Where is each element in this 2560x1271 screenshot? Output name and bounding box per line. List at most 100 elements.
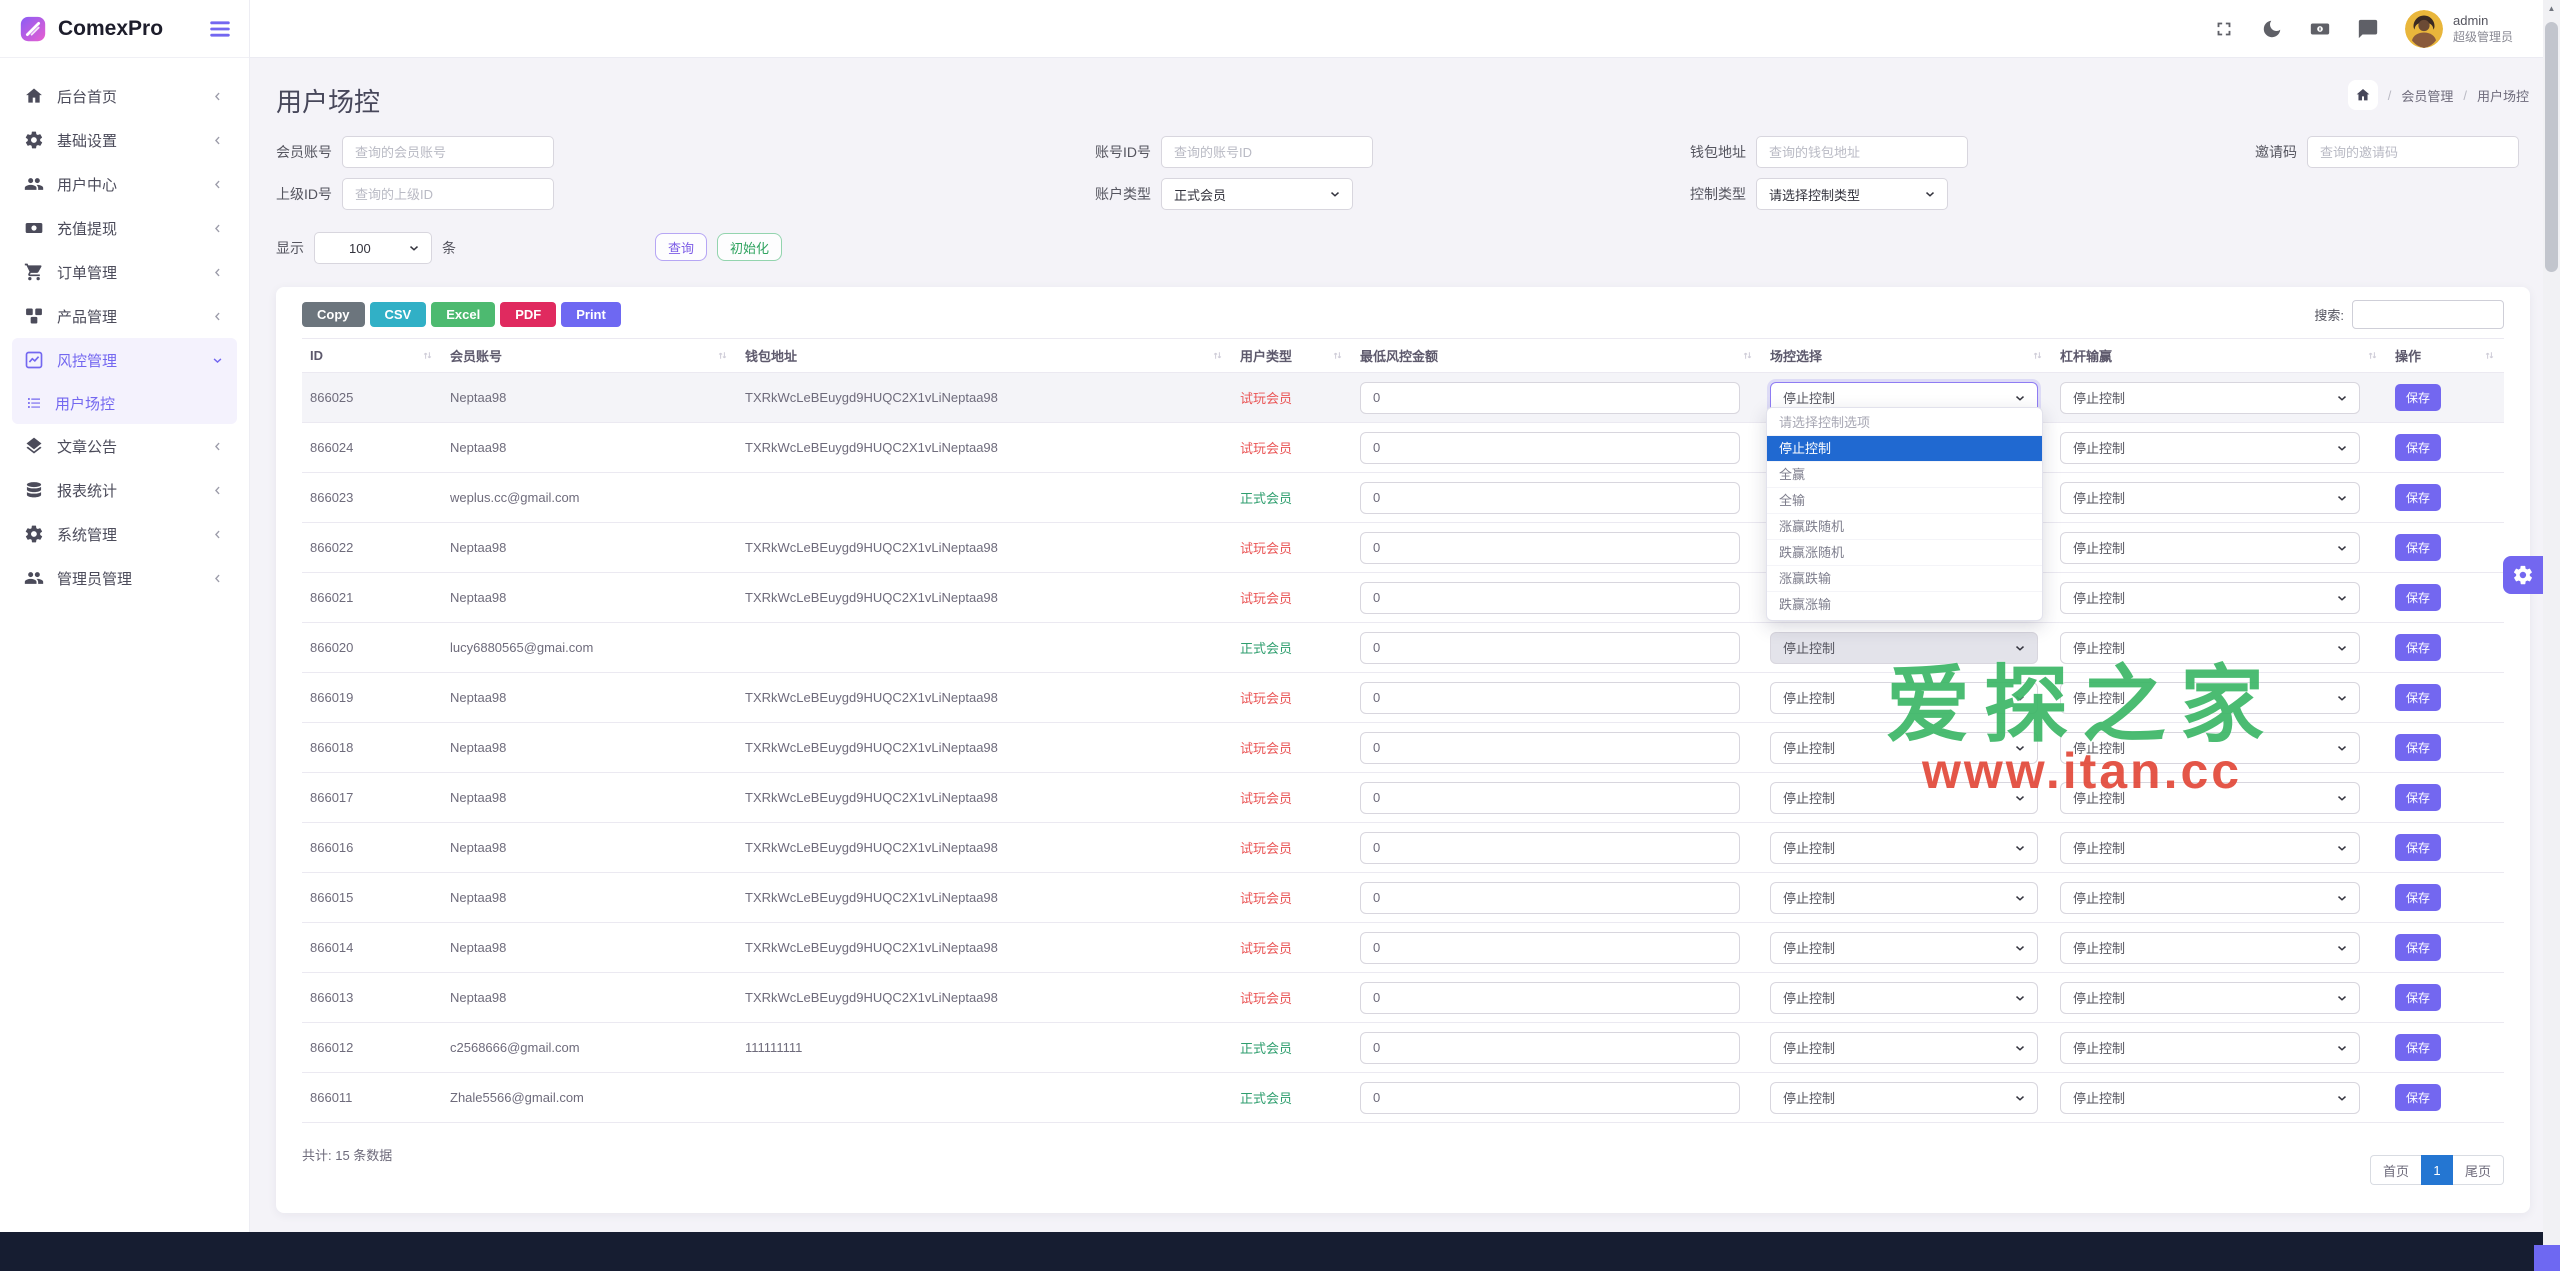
save-button[interactable]: 保存: [2395, 684, 2441, 711]
lever-control-select[interactable]: 停止控制: [2060, 1032, 2360, 1064]
field-control-select[interactable]: 停止控制: [1770, 732, 2038, 764]
sidebar-item-0[interactable]: 后台首页: [12, 74, 237, 118]
page-size-select[interactable]: 100: [314, 232, 432, 264]
min-risk-input[interactable]: [1360, 732, 1740, 764]
sidebar-item-7[interactable]: 文章公告: [12, 424, 237, 468]
avatar[interactable]: [2405, 10, 2443, 48]
lever-control-select[interactable]: 停止控制: [2060, 932, 2360, 964]
sidebar-item-9[interactable]: 系统管理: [12, 512, 237, 556]
settings-fab[interactable]: [2503, 556, 2543, 594]
column-header[interactable]: 场控选择: [1762, 339, 2052, 373]
export-excel-button[interactable]: Excel: [431, 302, 495, 327]
save-button[interactable]: 保存: [2395, 884, 2441, 911]
dropdown-option[interactable]: 全赢: [1767, 462, 2042, 488]
moon-icon[interactable]: [2261, 18, 2283, 40]
min-risk-input[interactable]: [1360, 532, 1740, 564]
field-control-select[interactable]: 停止控制: [1770, 632, 2038, 664]
dropdown-option[interactable]: 停止控制: [1767, 436, 2042, 462]
lever-control-select[interactable]: 停止控制: [2060, 632, 2360, 664]
column-header[interactable]: 杠杆输赢: [2052, 339, 2387, 373]
sidebar-item-8[interactable]: 报表统计: [12, 468, 237, 512]
banknote-icon[interactable]: [2309, 18, 2331, 40]
sidebar-item-5[interactable]: 产品管理: [12, 294, 237, 338]
lever-control-select[interactable]: 停止控制: [2060, 1082, 2360, 1114]
field-control-select[interactable]: 停止控制: [1770, 832, 2038, 864]
column-header[interactable]: 钱包地址: [737, 339, 1232, 373]
column-header[interactable]: 会员账号: [442, 339, 737, 373]
lever-control-select[interactable]: 停止控制: [2060, 482, 2360, 514]
lever-control-select[interactable]: 停止控制: [2060, 982, 2360, 1014]
save-button[interactable]: 保存: [2395, 834, 2441, 861]
lever-control-select[interactable]: 停止控制: [2060, 782, 2360, 814]
export-print-button[interactable]: Print: [561, 302, 621, 327]
account-id-input[interactable]: [1161, 136, 1373, 168]
min-risk-input[interactable]: [1360, 632, 1740, 664]
min-risk-input[interactable]: [1360, 432, 1740, 464]
export-pdf-button[interactable]: PDF: [500, 302, 556, 327]
field-control-select[interactable]: 停止控制: [1770, 982, 2038, 1014]
dropdown-option[interactable]: 跌赢涨随机: [1767, 540, 2042, 566]
sidebar-item-4[interactable]: 订单管理: [12, 250, 237, 294]
sidebar-item-2[interactable]: 用户中心: [12, 162, 237, 206]
min-risk-input[interactable]: [1360, 782, 1740, 814]
lever-control-select[interactable]: 停止控制: [2060, 432, 2360, 464]
member-account-input[interactable]: [342, 136, 554, 168]
field-control-select[interactable]: 停止控制: [1770, 882, 2038, 914]
wallet-input[interactable]: [1756, 136, 1968, 168]
search-input[interactable]: [2352, 300, 2504, 329]
save-button[interactable]: 保存: [2395, 734, 2441, 761]
dropdown-option[interactable]: 涨赢跌随机: [1767, 514, 2042, 540]
admin-menu[interactable]: admin 超级管理员: [2405, 10, 2513, 48]
min-risk-input[interactable]: [1360, 832, 1740, 864]
save-button[interactable]: 保存: [2395, 984, 2441, 1011]
dropdown-option[interactable]: 请选择控制选项: [1767, 410, 2042, 436]
save-button[interactable]: 保存: [2395, 934, 2441, 961]
min-risk-input[interactable]: [1360, 882, 1740, 914]
min-risk-input[interactable]: [1360, 1082, 1740, 1114]
dropdown-option[interactable]: 跌赢涨输: [1767, 592, 2042, 618]
field-control-select[interactable]: 停止控制: [1770, 1032, 2038, 1064]
chat-icon[interactable]: [2357, 18, 2379, 40]
min-risk-input[interactable]: [1360, 382, 1740, 414]
field-control-select[interactable]: 停止控制: [1770, 932, 2038, 964]
dropdown-option[interactable]: 全输: [1767, 488, 2042, 514]
breadcrumb-item[interactable]: 会员管理: [2401, 86, 2453, 105]
hamburger-menu-icon[interactable]: [207, 16, 233, 42]
query-button[interactable]: 查询: [655, 233, 707, 261]
fullscreen-icon[interactable]: [2213, 18, 2235, 40]
invite-code-input[interactable]: [2307, 136, 2519, 168]
min-risk-input[interactable]: [1360, 982, 1740, 1014]
save-button[interactable]: 保存: [2395, 534, 2441, 561]
reset-button[interactable]: 初始化: [717, 233, 782, 261]
sidebar-subitem[interactable]: 用户场控: [12, 382, 237, 424]
pagination-first[interactable]: 首页: [2370, 1155, 2421, 1185]
lever-control-select[interactable]: 停止控制: [2060, 582, 2360, 614]
save-button[interactable]: 保存: [2395, 584, 2441, 611]
scroll-corner-button[interactable]: [2534, 1245, 2560, 1271]
sidebar-item-1[interactable]: 基础设置: [12, 118, 237, 162]
save-button[interactable]: 保存: [2395, 384, 2441, 411]
breadcrumb-home-button[interactable]: [2348, 80, 2378, 110]
lever-control-select[interactable]: 停止控制: [2060, 532, 2360, 564]
save-button[interactable]: 保存: [2395, 634, 2441, 661]
lever-control-select[interactable]: 停止控制: [2060, 682, 2360, 714]
field-control-select[interactable]: 停止控制: [1770, 682, 2038, 714]
breadcrumb-item[interactable]: 用户场控: [2477, 86, 2529, 105]
field-control-select[interactable]: 停止控制: [1770, 782, 2038, 814]
control-type-select[interactable]: 请选择控制类型: [1756, 178, 1948, 210]
account-type-select[interactable]: 正式会员: [1161, 178, 1353, 210]
column-header[interactable]: ID: [302, 339, 442, 373]
sidebar-item-6[interactable]: 风控管理: [12, 338, 237, 382]
lever-control-select[interactable]: 停止控制: [2060, 882, 2360, 914]
export-copy-button[interactable]: Copy: [302, 302, 365, 327]
min-risk-input[interactable]: [1360, 1032, 1740, 1064]
pagination-last[interactable]: 尾页: [2453, 1155, 2504, 1185]
save-button[interactable]: 保存: [2395, 784, 2441, 811]
min-risk-input[interactable]: [1360, 582, 1740, 614]
column-header[interactable]: 操作: [2387, 339, 2504, 373]
export-csv-button[interactable]: CSV: [370, 302, 427, 327]
field-control-select[interactable]: 停止控制: [1770, 1082, 2038, 1114]
min-risk-input[interactable]: [1360, 482, 1740, 514]
min-risk-input[interactable]: [1360, 682, 1740, 714]
lever-control-select[interactable]: 停止控制: [2060, 382, 2360, 414]
